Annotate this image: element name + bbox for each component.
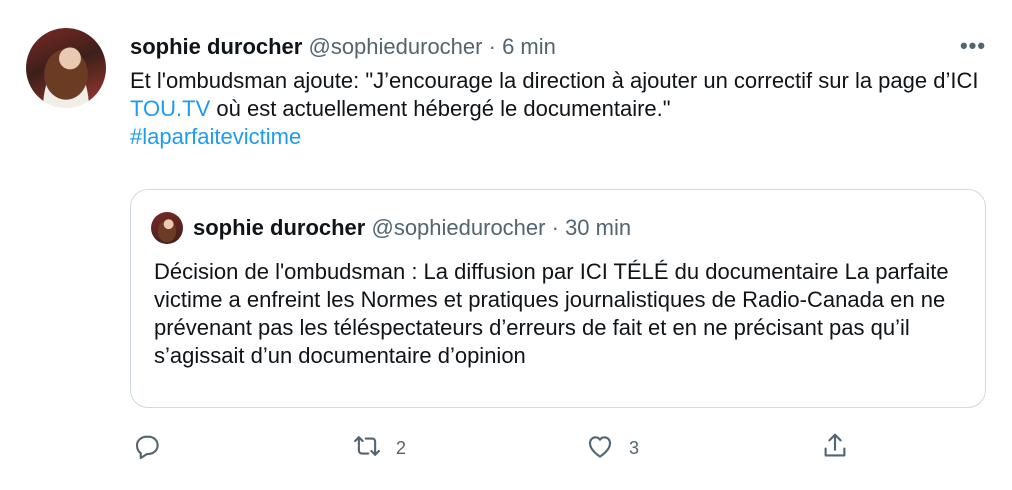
more-options-icon[interactable]: ••• [956, 32, 990, 60]
quoted-header: sophie durocher @sophiedurocher · 30 min [193, 214, 631, 242]
quoted-author-name: sophie durocher [193, 215, 366, 240]
reply-icon [132, 431, 162, 466]
action-bar: 2 3 [0, 430, 1012, 466]
quoted-avatar [151, 212, 183, 244]
author-handle[interactable]: @sophiedurocher [308, 34, 482, 59]
quoted-text: Décision de l'ombudsman : La diffusion p… [154, 259, 949, 368]
timestamp[interactable]: 6 min [502, 34, 556, 59]
tweet-header: sophie durocher @sophiedurocher · 6 min [130, 33, 556, 61]
like-count: 3 [629, 437, 640, 458]
heart-icon [585, 431, 615, 466]
separator: · [488, 34, 496, 59]
hashtag-link[interactable]: #laparfaitevictime [130, 124, 301, 149]
tweet[interactable]: sophie durocher @sophiedurocher · 6 min … [0, 0, 1012, 490]
tou-tv-link[interactable]: TOU.TV [130, 96, 210, 121]
quoted-author-handle: @sophiedurocher [371, 215, 546, 240]
tweet-text-part2: où est actuellement hébergé le documenta… [210, 96, 671, 121]
tweet-text: Et l'ombudsman ajoute: "J’encourage la d… [130, 67, 990, 151]
retweet-count: 2 [396, 437, 407, 458]
retweet-icon [352, 431, 382, 466]
author-name[interactable]: sophie durocher [130, 34, 302, 59]
quoted-tweet[interactable]: sophie durocher @sophiedurocher · 30 min… [130, 189, 986, 408]
quoted-timestamp: 30 min [565, 215, 632, 240]
quoted-separator: · [551, 215, 559, 240]
avatar[interactable] [26, 28, 106, 108]
tweet-text-part1: Et l'ombudsman ajoute: "J’encourage la d… [130, 68, 979, 93]
share-icon [820, 431, 850, 466]
share-button[interactable] [820, 430, 850, 466]
reply-button[interactable] [132, 430, 162, 466]
retweet-button[interactable]: 2 [352, 430, 406, 466]
like-button[interactable]: 3 [585, 430, 639, 466]
